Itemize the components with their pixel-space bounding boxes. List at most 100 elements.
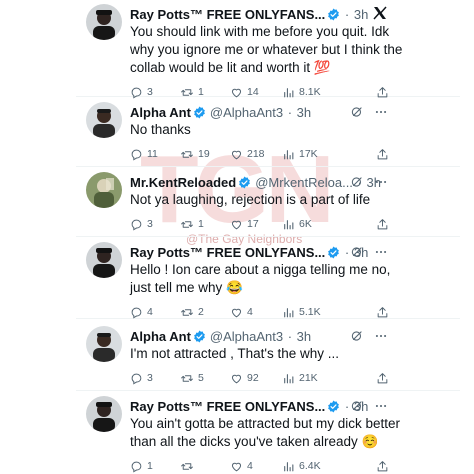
reposts-count: 1: [198, 86, 204, 98]
views-count: 6.4K: [299, 460, 321, 472]
share-button[interactable]: [376, 216, 389, 232]
avatar-ray[interactable]: [86, 242, 122, 278]
tweet-actions: 3 1 17 6K: [130, 216, 460, 232]
reply-icon: [130, 306, 143, 319]
repost-icon: [180, 86, 194, 99]
repost-button[interactable]: 2: [180, 304, 204, 320]
views-count: 8.1K: [299, 86, 321, 98]
views-button[interactable]: 6.4K: [282, 458, 321, 474]
tweet-text: I'm not attracted , That's the why ...: [130, 345, 460, 363]
repost-button[interactable]: 1: [180, 216, 204, 232]
tweet-text: Not ya laughing, rejection is a part of …: [130, 191, 460, 209]
like-button[interactable]: 92: [230, 370, 259, 386]
tweet-text-line: No thanks: [130, 122, 191, 137]
avatar-ray[interactable]: [86, 4, 122, 40]
tweet-text-line: why you ignore me or whatever but I thin…: [130, 42, 403, 57]
like-button[interactable]: 17: [230, 216, 259, 232]
repost-button[interactable]: 1: [180, 84, 204, 100]
tweet-text: You should link with me before you quit.…: [130, 23, 460, 77]
tweet-divider: [76, 390, 460, 391]
reposts-count: 5: [198, 372, 204, 384]
author-handle[interactable]: @AlphaAnt3: [210, 329, 283, 344]
tweet-text-line: collab would be lit and worth it 💯: [130, 60, 331, 75]
tweet-text-line: I'm not attracted , That's the why ...: [130, 346, 339, 361]
avatar-ray[interactable]: [86, 396, 122, 432]
author-name[interactable]: Ray Potts™ FREE ONLYFANS...: [130, 399, 325, 414]
likes-count: 4: [247, 460, 253, 472]
views-button[interactable]: 5.1K: [282, 304, 321, 320]
author-name[interactable]: Mr.KentReloaded: [130, 175, 236, 190]
views-button[interactable]: 21K: [282, 370, 318, 386]
like-icon: [230, 86, 243, 99]
like-icon: [230, 218, 243, 231]
tweet-text-line: You should link with me before you quit.…: [130, 24, 390, 39]
share-button[interactable]: [376, 370, 389, 386]
repost-button[interactable]: 19: [180, 146, 210, 162]
likes-count: 17: [247, 218, 259, 230]
timestamp[interactable]: 3h: [297, 105, 311, 120]
tweet-divider: [76, 236, 460, 237]
like-button[interactable]: 4: [230, 304, 253, 320]
views-button[interactable]: 17K: [282, 146, 318, 162]
tweet-divider: [76, 166, 460, 167]
like-button[interactable]: 4: [230, 458, 253, 474]
share-button[interactable]: [376, 146, 389, 162]
reply-icon: [130, 372, 143, 385]
separator-dot: ·: [284, 329, 296, 344]
tweet-text-line: just tell me why 😂: [130, 280, 243, 295]
avatar-alpha[interactable]: [86, 102, 122, 138]
views-icon: [282, 372, 295, 385]
reposts-count: 2: [198, 306, 204, 318]
views-icon: [282, 148, 295, 161]
repost-button[interactable]: [180, 458, 198, 474]
author-name[interactable]: Alpha Ant: [130, 329, 191, 344]
avatar-kent[interactable]: [86, 172, 122, 208]
reply-button[interactable]: 4: [130, 304, 153, 320]
share-icon: [376, 86, 389, 99]
share-icon: [376, 460, 389, 473]
views-button[interactable]: 8.1K: [282, 84, 321, 100]
tweet-header: Mr.KentReloaded @MrkentReloa... · 3h: [130, 174, 474, 192]
repost-icon: [180, 460, 194, 473]
reply-icon: [130, 148, 143, 161]
like-icon: [230, 148, 243, 161]
reply-button[interactable]: 3: [130, 216, 153, 232]
views-count: 6K: [299, 218, 312, 230]
like-button[interactable]: 218: [230, 146, 265, 162]
replies-count: 3: [147, 218, 153, 230]
tweet-text-line: Hello ! Ion care about a nigga telling m…: [130, 262, 391, 277]
timestamp[interactable]: 3h: [354, 7, 368, 22]
reply-button[interactable]: 11: [130, 146, 158, 162]
views-button[interactable]: 6K: [282, 216, 312, 232]
reply-button[interactable]: 1: [130, 458, 153, 474]
tweet-text: Hello ! Ion care about a nigga telling m…: [130, 261, 460, 297]
views-icon: [282, 306, 295, 319]
repost-icon: [180, 306, 194, 319]
repost-button[interactable]: 5: [180, 370, 204, 386]
tweet-header: Ray Potts™ FREE ONLYFANS... · 3h: [130, 244, 474, 262]
share-button[interactable]: [376, 84, 389, 100]
author-name[interactable]: Alpha Ant: [130, 105, 191, 120]
author-name[interactable]: Ray Potts™ FREE ONLYFANS...: [130, 245, 325, 260]
avatar-alpha[interactable]: [86, 326, 122, 362]
author-handle[interactable]: @MrkentReloa...: [255, 175, 353, 190]
like-button[interactable]: 14: [230, 84, 259, 100]
reply-icon: [130, 218, 143, 231]
author-name[interactable]: Ray Potts™ FREE ONLYFANS...: [130, 7, 325, 22]
share-icon: [376, 148, 389, 161]
reposts-count: 19: [198, 148, 210, 160]
likes-count: 4: [247, 306, 253, 318]
like-icon: [230, 372, 243, 385]
timestamp[interactable]: 3h: [297, 329, 311, 344]
like-icon: [230, 306, 243, 319]
tweet-header: Ray Potts™ FREE ONLYFANS... · 3h: [130, 398, 474, 416]
share-button[interactable]: [376, 304, 389, 320]
reply-button[interactable]: 3: [130, 84, 153, 100]
replies-count: 11: [147, 148, 158, 160]
likes-count: 14: [247, 86, 259, 98]
tweet-actions: 3 1 14 8.1K: [130, 84, 460, 100]
repost-icon: [180, 218, 194, 231]
author-handle[interactable]: @AlphaAnt3: [210, 105, 283, 120]
share-button[interactable]: [376, 458, 389, 474]
reply-button[interactable]: 3: [130, 370, 153, 386]
